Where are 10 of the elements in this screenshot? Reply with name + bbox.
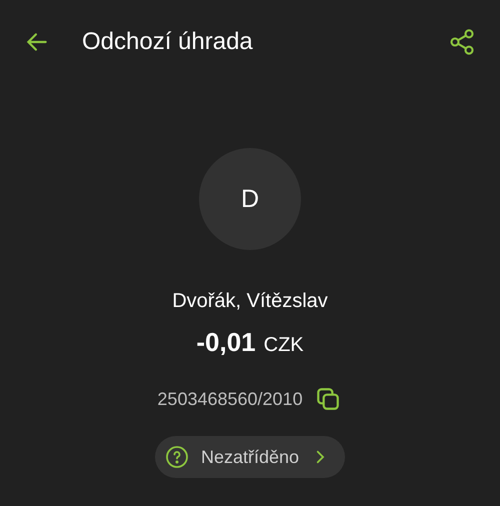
contact-name: Dvořák, Vítězslav	[172, 290, 328, 313]
copy-icon	[314, 386, 341, 412]
screen-title: Odchozí úhrada	[82, 28, 254, 56]
share-icon	[448, 28, 476, 56]
amount-value: -0,01	[196, 327, 256, 358]
currency: CZK	[264, 334, 304, 357]
question-icon	[164, 445, 189, 469]
account-number: 2503468560/2010	[157, 388, 303, 410]
avatar: D	[199, 148, 301, 250]
category-button[interactable]: Nezatříděno	[154, 436, 346, 478]
